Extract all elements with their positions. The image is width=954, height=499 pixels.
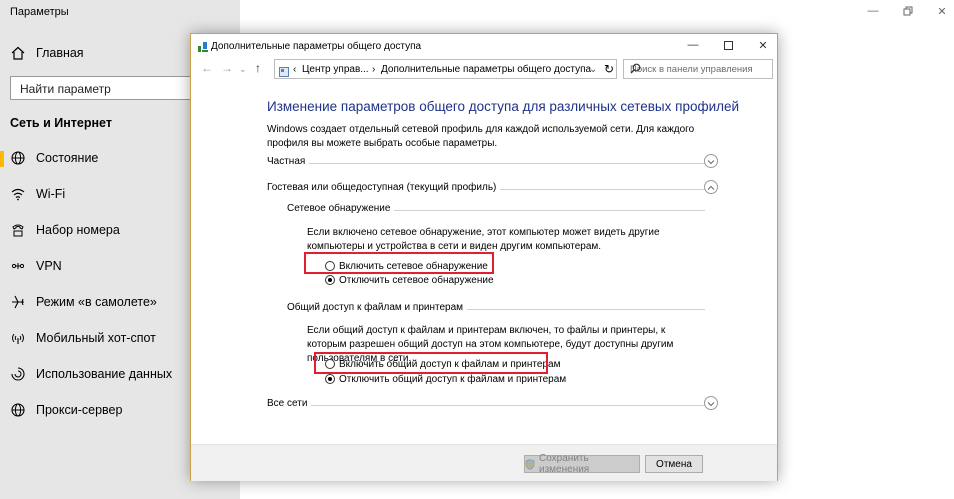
data-usage-icon (10, 366, 26, 382)
page-description: Windows создает отдельный сетевой профил… (267, 124, 695, 149)
highlight-box (314, 352, 548, 374)
discovery-section: Сетевое обнаружение (287, 203, 705, 217)
discovery-off-label: Отключить сетевое обнаружение (339, 274, 494, 286)
dialog-title: Дополнительные параметры общего доступа (211, 41, 422, 52)
breadcrumb-item[interactable]: Центр управ... (302, 64, 369, 75)
discovery-description: Если включено сетевое обнаружение, этот … (307, 227, 660, 252)
control-panel-search-input[interactable]: Поиск в панели управления (623, 59, 773, 79)
divider (267, 405, 705, 406)
forward-arrow-icon[interactable]: → (221, 61, 233, 75)
profile-all-label: Все сети (267, 398, 312, 409)
nav-item-label: Использование данных (36, 367, 173, 381)
address-bar[interactable]: ‹ Центр управ... › Дополнительные параме… (274, 59, 617, 79)
dialog-maximize-icon[interactable] (722, 39, 734, 51)
uac-shield-icon (525, 458, 535, 470)
save-button-label: Сохранить изменения (539, 453, 590, 475)
profile-guest[interactable]: Гостевая или общедоступная (текущий проф… (267, 180, 718, 197)
nav-item-label: Мобильный хот-спот (36, 331, 156, 345)
settings-search-placeholder: Найти параметр (20, 82, 111, 96)
profile-private[interactable]: Частная (267, 154, 718, 171)
profile-guest-label: Гостевая или общедоступная (текущий проф… (267, 182, 501, 193)
settings-window-title: Параметры (10, 6, 69, 18)
save-button[interactable]: Сохранить изменения (524, 453, 640, 475)
sharing-heading: Общий доступ к файлам и принтерам (287, 302, 468, 313)
radio-button-selected[interactable] (325, 374, 335, 384)
breadcrumb-item[interactable]: Дополнительные параметры общего доступа (381, 64, 591, 75)
profile-all[interactable]: Все сети (267, 396, 718, 413)
wifi-icon (10, 186, 26, 202)
radio-button-selected[interactable] (325, 275, 335, 285)
dialog-close-icon[interactable]: ✕ (757, 39, 769, 52)
nav-item-label: Прокси-сервер (36, 403, 123, 417)
sharing-section: Общий доступ к файлам и принтерам (287, 302, 705, 316)
chevron-down-icon[interactable] (704, 396, 718, 410)
cancel-button[interactable]: Отмена (645, 455, 703, 473)
cancel-button-label: Отмена (656, 458, 692, 470)
airplane-icon (10, 294, 26, 310)
nav-home-label: Главная (36, 46, 84, 60)
settings-minimize-icon[interactable]: — (866, 4, 880, 18)
back-arrow-icon[interactable]: ← (201, 61, 213, 75)
chevron-down-icon[interactable] (704, 154, 718, 168)
sharing-off-label: Отключить общий доступ к файлам и принте… (339, 373, 567, 385)
globe-icon (10, 402, 26, 418)
breadcrumb-separator-icon: ‹ (293, 64, 297, 75)
vpn-icon (10, 258, 26, 274)
nav-item-label: Состояние (36, 151, 99, 165)
search-icon (630, 63, 767, 77)
chevron-up-icon[interactable] (704, 180, 718, 194)
sharing-settings-dialog: Дополнительные параметры общего доступа … (190, 33, 778, 481)
nav-item-label: Набор номера (36, 223, 120, 237)
sharing-off-radio[interactable]: Отключить общий доступ к файлам и принте… (325, 372, 566, 386)
section-heading: Сеть и Интернет (10, 116, 112, 130)
globe-status-icon (10, 150, 26, 166)
refresh-icon[interactable]: ↻ (604, 62, 614, 76)
page-heading: Изменение параметров общего доступа для … (267, 99, 740, 114)
address-row: ← → ⌄ ↑ ‹ Центр управ... › Дополнительны… (191, 59, 777, 81)
home-icon (10, 45, 26, 61)
nav-item-label: VPN (36, 259, 62, 273)
address-dropdown-icon[interactable]: ⌄ (589, 64, 597, 75)
network-app-icon (197, 40, 209, 58)
profile-private-label: Частная (267, 156, 310, 167)
dialog-footer: Сохранить изменения Отмена (191, 444, 777, 481)
discovery-off-radio[interactable]: Отключить сетевое обнаружение (325, 273, 494, 287)
up-arrow-icon[interactable]: ↑ (255, 61, 261, 75)
hotspot-icon (10, 330, 26, 346)
nav-item-label: Режим «в самолете» (36, 295, 157, 309)
settings-close-icon[interactable]: ✕ (935, 4, 949, 18)
discovery-heading: Сетевое обнаружение (287, 203, 395, 214)
settings-restore-icon[interactable] (901, 4, 915, 18)
dialog-titlebar: Дополнительные параметры общего доступа … (191, 34, 777, 58)
control-panel-icon (279, 64, 289, 82)
dialup-icon (10, 222, 26, 238)
dialog-minimize-icon[interactable]: — (687, 39, 699, 51)
nav-item-label: Wi-Fi (36, 187, 66, 201)
highlight-box (304, 252, 494, 274)
breadcrumb-separator-icon: › (372, 64, 376, 75)
recent-chevron-icon[interactable]: ⌄ (239, 64, 247, 75)
divider (267, 163, 705, 164)
